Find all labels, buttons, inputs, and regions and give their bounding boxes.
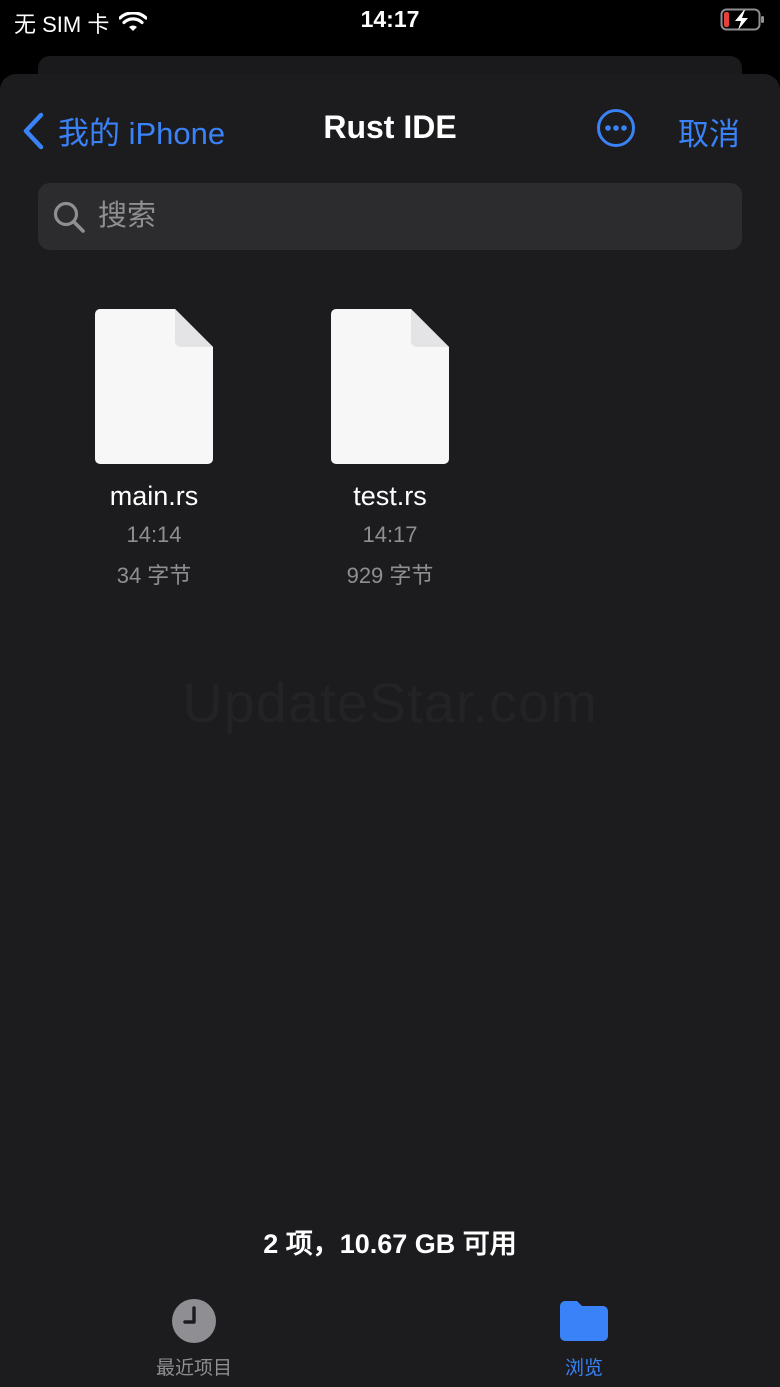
document-icon — [331, 309, 449, 464]
cancel-button[interactable]: 取消 — [678, 109, 740, 154]
folder-icon — [560, 1301, 608, 1341]
file-modified-time: 14:17 — [362, 522, 418, 547]
navigation-bar: 我的 iPhone Rust IDE 取消 — [0, 74, 780, 184]
search-input[interactable] — [96, 199, 700, 234]
file-browser-sheet: 我的 iPhone Rust IDE 取消 main.rs 14:14 34 字… — [0, 74, 780, 1387]
file-item-main-rs[interactable]: main.rs 14:14 34 字节 — [54, 309, 254, 590]
search-bar[interactable] — [38, 183, 742, 250]
status-time: 14:17 — [360, 6, 420, 32]
document-icon — [95, 309, 213, 464]
file-size: 929 字节 — [346, 563, 434, 588]
search-icon — [53, 201, 85, 233]
page-title: Rust IDE — [323, 109, 457, 145]
watermark: UpdateStar.com — [182, 671, 598, 734]
tab-label: 浏览 — [564, 1358, 603, 1379]
tab-recents[interactable]: 最近项目 — [114, 1298, 274, 1380]
tab-label: 最近项目 — [155, 1358, 232, 1379]
tab-browse[interactable]: 浏览 — [504, 1298, 664, 1380]
file-modified-time: 14:14 — [126, 522, 182, 547]
status-bar: 无 SIM 卡 14:17 — [0, 0, 780, 56]
file-size: 34 字节 — [116, 563, 192, 588]
file-name: main.rs — [109, 481, 199, 511]
storage-summary: 2 项，10.67 GB 可用 — [263, 1229, 517, 1259]
tab-bar: 最近项目 浏览 — [0, 1298, 780, 1387]
clock-icon — [172, 1299, 216, 1343]
file-item-test-rs[interactable]: test.rs 14:17 929 字节 — [290, 309, 490, 590]
ellipsis-circle-icon[interactable] — [596, 108, 636, 148]
file-name: test.rs — [353, 481, 427, 511]
battery-charging-icon — [720, 8, 764, 31]
